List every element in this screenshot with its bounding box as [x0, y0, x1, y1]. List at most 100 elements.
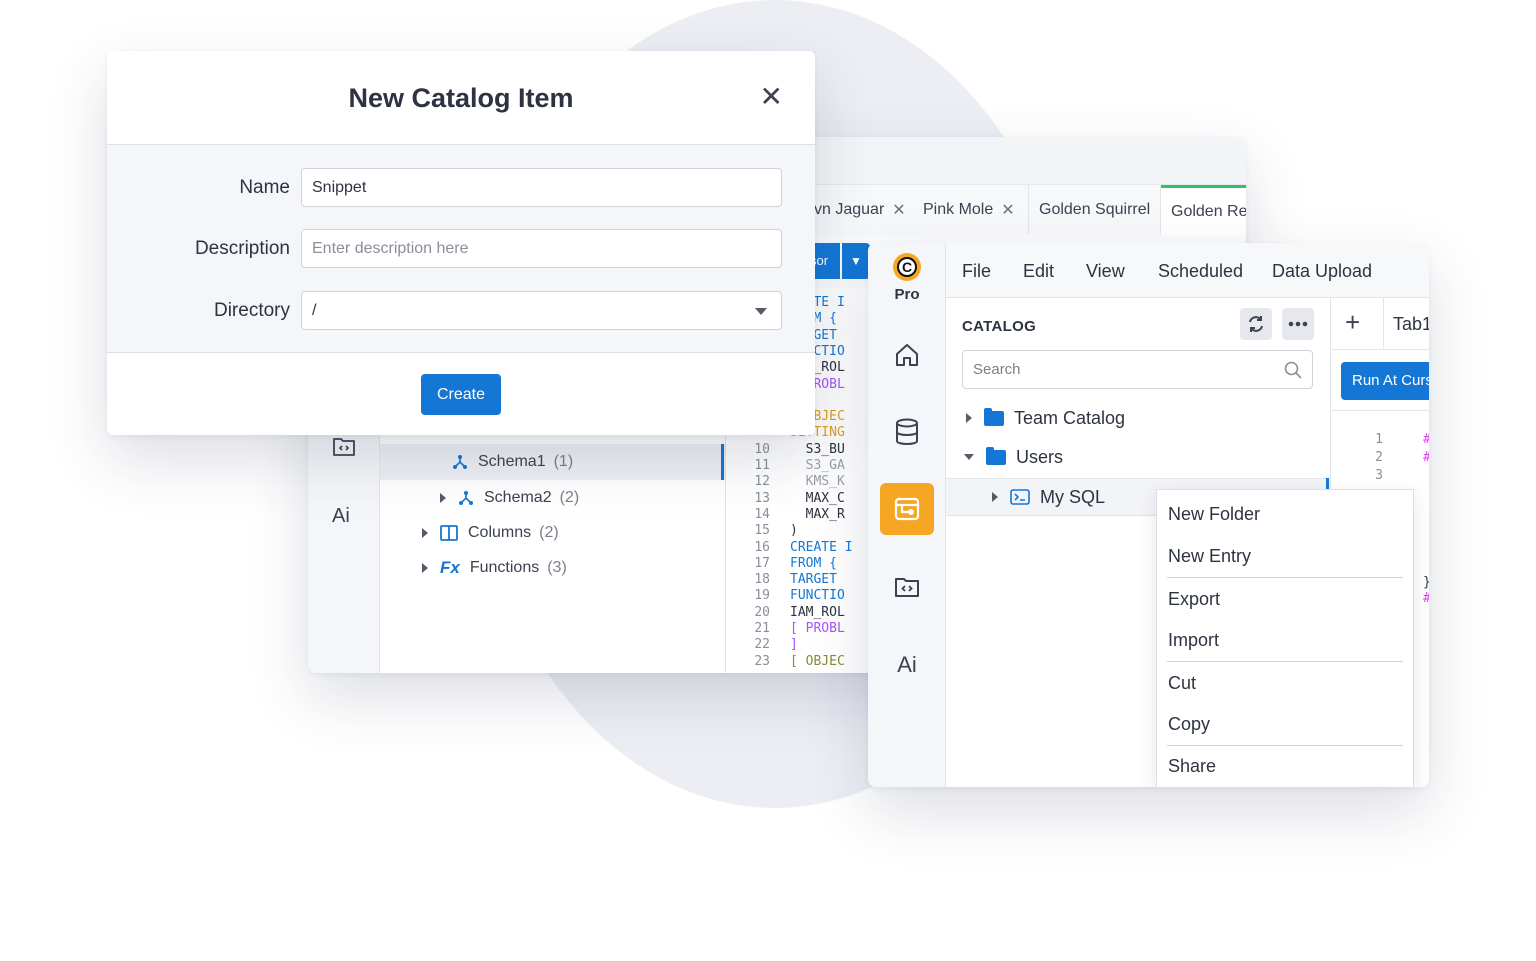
dialog-title: New Catalog Item: [348, 83, 574, 113]
close-icon[interactable]: ✕: [892, 200, 905, 220]
code-comment-marks: ##: [1423, 431, 1429, 467]
front-app-window: C Pro Ai File Edit View Scheduled Data U…: [868, 243, 1429, 787]
menu-edit[interactable]: Edit: [1023, 261, 1054, 282]
tree-item-columns[interactable]: Columns (2): [380, 515, 725, 551]
menu-view[interactable]: View: [1086, 261, 1125, 282]
expand-icon[interactable]: [440, 493, 446, 503]
create-button[interactable]: Create: [421, 374, 501, 415]
tree-item-schema2[interactable]: Schema2 (2): [380, 480, 725, 516]
tab-golden-squirrel[interactable]: Golden Squirrel: [1029, 185, 1161, 235]
chevron-down-icon[interactable]: ▼: [842, 243, 870, 279]
code-line: 22]: [726, 637, 797, 653]
divider: [1331, 410, 1429, 411]
tree-item-team-catalog[interactable]: Team Catalog: [946, 399, 1330, 437]
ai-icon[interactable]: Ai: [880, 639, 934, 691]
menu-item-cut[interactable]: Cut: [1168, 673, 1196, 694]
close-icon[interactable]: ✕: [1001, 200, 1014, 220]
code-text: S3_GA: [790, 458, 845, 473]
name-input[interactable]: [301, 168, 782, 207]
code-text: FUNCTIO: [790, 588, 845, 604]
line-number: 16: [754, 539, 770, 555]
add-tab-icon[interactable]: +: [1345, 308, 1360, 336]
catalog-search-input[interactable]: [962, 350, 1313, 389]
code-text: MAX_C: [790, 490, 845, 506]
menu-data-upload[interactable]: Data Upload: [1272, 261, 1372, 282]
collapse-icon[interactable]: [964, 454, 974, 460]
line-number: 13: [754, 490, 770, 506]
close-icon[interactable]: ✕: [760, 83, 783, 111]
tree-label: Columns: [468, 524, 532, 541]
catalog-title: CATALOG: [962, 318, 1037, 335]
code-text: MAX_R: [790, 506, 845, 522]
menu-scheduled[interactable]: Scheduled: [1158, 261, 1243, 282]
search-icon: [1284, 361, 1302, 379]
dialog-header: New Catalog Item ✕: [107, 51, 815, 145]
menu-item-new-folder[interactable]: New Folder: [1168, 504, 1260, 525]
line-number: 21: [754, 621, 770, 636]
code-line: 10 S3_BU: [726, 442, 844, 458]
menu-item-new-entry[interactable]: New Entry: [1168, 546, 1251, 567]
directory-value: /: [312, 301, 317, 319]
code-text: TARGET: [790, 572, 837, 588]
tab-label: Golden Squirrel: [1039, 201, 1151, 218]
ai-icon[interactable]: Ai: [332, 505, 350, 528]
menu-file[interactable]: File: [962, 261, 991, 282]
refresh-icon[interactable]: [1240, 308, 1272, 340]
code-text: FROM {: [790, 555, 837, 571]
catalog-icon[interactable]: [880, 483, 934, 535]
code-line: 15): [726, 523, 798, 539]
line-number: 14: [754, 506, 770, 522]
line-number: 19: [754, 588, 770, 604]
tree-label: My SQL: [1040, 486, 1106, 507]
new-catalog-item-dialog: New Catalog Item ✕ Name Description Dire…: [107, 51, 815, 435]
folder-icon: [986, 446, 1006, 465]
schema-icon: [459, 491, 473, 505]
menu-item-export[interactable]: Export: [1168, 589, 1220, 610]
tab-pink-mole[interactable]: Pink Mole ✕: [913, 185, 1029, 235]
tab-label: vn Jaguar: [814, 201, 885, 218]
line-number: 22: [754, 637, 770, 653]
line-numbers: 1 2 3: [1375, 432, 1383, 483]
code-line: 19 FUNCTIO: [726, 588, 845, 604]
expand-icon[interactable]: [992, 492, 998, 502]
code-tail: }#: [1423, 575, 1429, 607]
expand-icon[interactable]: [422, 528, 428, 538]
line-number: 18: [754, 572, 770, 588]
snippet-folder-icon[interactable]: [880, 561, 934, 613]
directory-select[interactable]: /: [301, 291, 782, 330]
tree-label: Team Catalog: [1014, 407, 1126, 428]
menu-item-copy[interactable]: Copy: [1168, 714, 1210, 735]
tree-label: Functions: [469, 559, 540, 576]
menu-item-import[interactable]: Import: [1168, 630, 1219, 651]
tab-golden-re[interactable]: Golden Re: [1161, 185, 1246, 235]
tree-item-users[interactable]: Users: [946, 438, 1330, 476]
home-icon[interactable]: [880, 329, 934, 381]
logo-letter: C: [897, 257, 917, 277]
code-line: 17 FROM {: [726, 556, 837, 572]
tab-label: Pink Mole: [923, 201, 994, 218]
run-at-cursor-button[interactable]: Run At Curs: [1341, 362, 1429, 400]
tree-item-schema1[interactable]: Schema1 (1): [380, 444, 725, 480]
tree-item-functions[interactable]: Fx Functions (3): [380, 550, 725, 586]
dialog-body: Name Description Directory /: [107, 145, 815, 353]
line-number: 12: [754, 474, 770, 490]
snippet-folder-icon[interactable]: [332, 435, 356, 457]
more-icon[interactable]: [1282, 308, 1314, 340]
expand-icon[interactable]: [422, 563, 428, 573]
tab-jaguar[interactable]: vn Jaguar ✕: [804, 185, 918, 235]
tree-count: (2): [559, 489, 580, 506]
tree-count: (1): [553, 453, 574, 470]
tab-tab1[interactable]: Tab1: [1393, 314, 1429, 335]
code-line: 13 MAX_C: [726, 490, 845, 507]
function-icon: Fx: [440, 558, 460, 577]
code-line: 16 CREATE I: [726, 539, 852, 556]
code-line: 23 [ OBJEC: [726, 654, 844, 670]
menu-item-share[interactable]: Share: [1168, 756, 1216, 777]
expand-icon[interactable]: [966, 413, 972, 423]
description-input[interactable]: [301, 229, 782, 268]
code-text: ): [790, 523, 798, 539]
database-icon[interactable]: [880, 406, 934, 458]
context-menu: New Folder New Entry Export Import Cut C…: [1156, 489, 1414, 787]
columns-icon: [440, 525, 458, 541]
logo-icon[interactable]: C: [893, 253, 921, 281]
